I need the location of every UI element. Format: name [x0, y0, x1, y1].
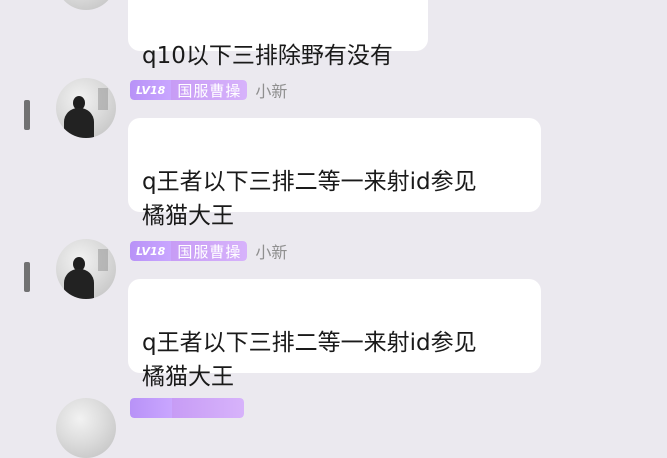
title-badge: 国服曹操 [171, 241, 248, 261]
username[interactable]: 小新 [255, 239, 287, 263]
avatar[interactable] [56, 0, 116, 10]
username[interactable]: 小新 [255, 78, 287, 102]
message-bubble[interactable]: q10以下三排除野有没有 [128, 0, 428, 69]
message-bubble[interactable]: q王者以下三排二等一来射id参见 橘猫大王 [128, 279, 541, 390]
user-badges[interactable]: LV18 国服曹操 [130, 80, 248, 100]
avatar[interactable] [56, 398, 116, 458]
edge-marker [24, 100, 30, 130]
message-meta [130, 397, 244, 419]
user-badges[interactable]: LV18 国服曹操 [130, 241, 248, 261]
avatar-figure-body [64, 269, 94, 299]
user-badges[interactable] [130, 398, 244, 418]
message-text: q王者以下三排二等一来射id参见 橘猫大王 [142, 169, 477, 229]
message-text: q10以下三排除野有没有 [142, 43, 393, 69]
avatar-background [98, 249, 108, 271]
level-badge: LV18 [130, 80, 172, 100]
level-badge [130, 398, 172, 418]
message-text: q王者以下三排二等一来射id参见 橘猫大王 [142, 330, 477, 390]
avatar[interactable] [56, 239, 116, 299]
avatar-figure-body [64, 108, 94, 138]
title-badge: 国服曹操 [171, 80, 248, 100]
edge-marker [24, 262, 30, 292]
chat-message-list[interactable]: q10以下三排除野有没有 LV18 国服曹操 小新 q王者以下三排二等一来射id… [0, 0, 667, 458]
avatar[interactable] [56, 78, 116, 138]
level-badge: LV18 [130, 241, 172, 261]
message-meta: LV18 国服曹操 小新 [130, 240, 287, 262]
message-bubble[interactable]: q王者以下三排二等一来射id参见 橘猫大王 [128, 118, 541, 229]
message-meta: LV18 国服曹操 小新 [130, 79, 287, 101]
avatar-background [98, 88, 108, 110]
title-badge [172, 398, 244, 418]
